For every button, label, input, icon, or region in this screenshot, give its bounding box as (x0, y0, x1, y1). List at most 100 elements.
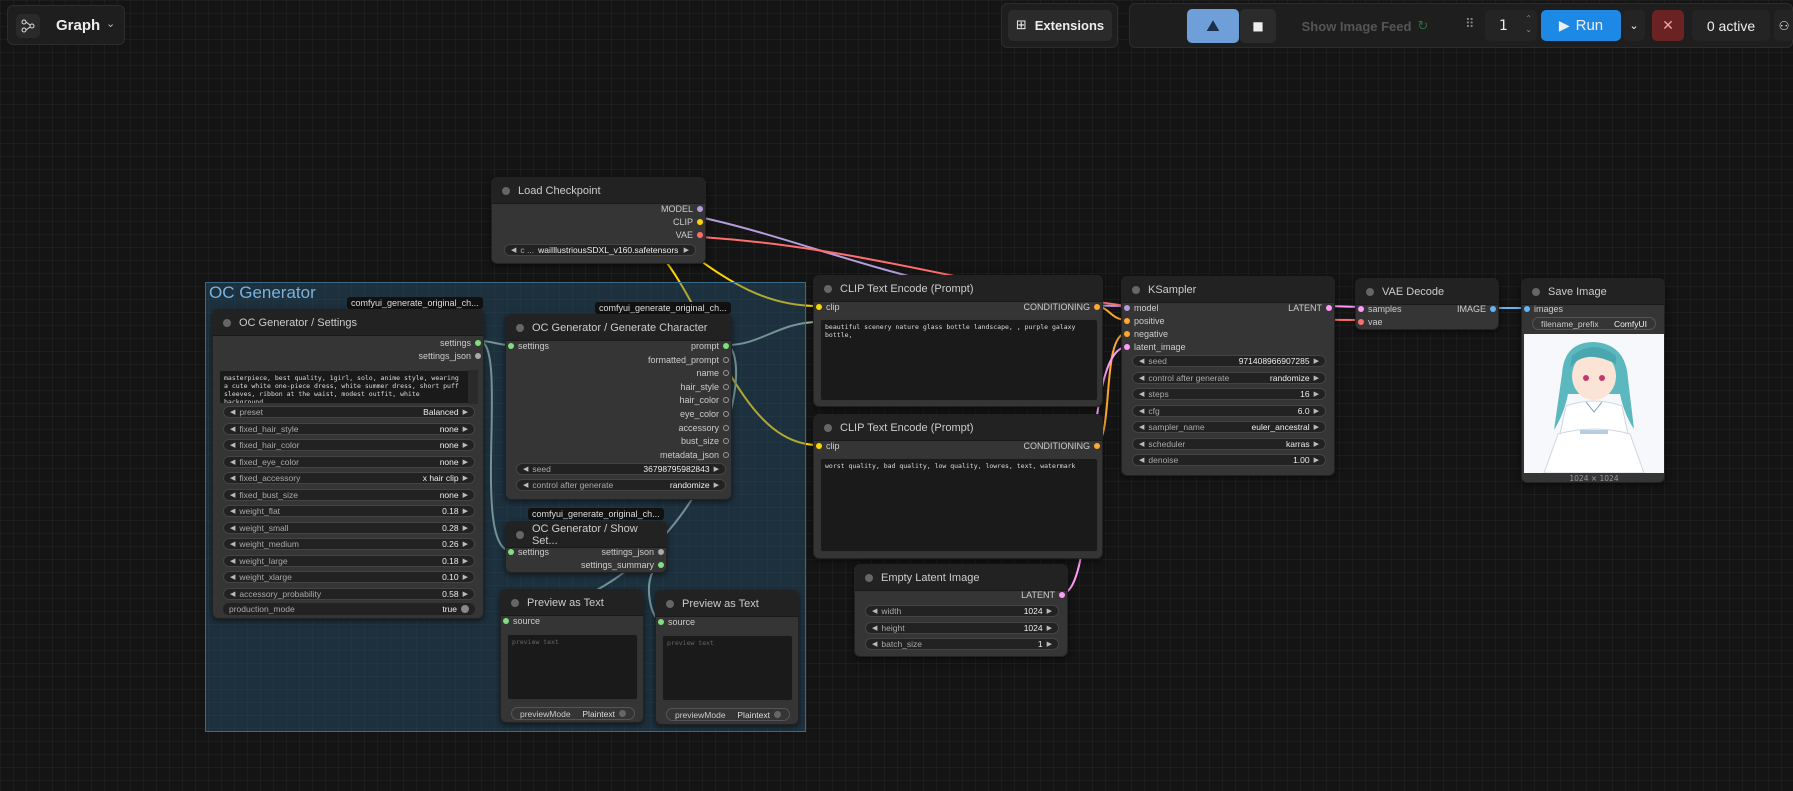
output-model[interactable]: MODEL (661, 203, 705, 215)
widget-steps[interactable]: ◀ steps 16 ▶ (1132, 388, 1326, 400)
output-settings-summary[interactable]: settings_summary (581, 559, 666, 571)
output-image-preview[interactable] (1524, 334, 1664, 473)
show-image-feed-button[interactable]: Show Image Feed ↻ (1290, 14, 1440, 38)
prompt-textarea[interactable]: worst quality, bad quality, low quality,… (820, 458, 1098, 552)
widget-batch-size[interactable]: ◀ batch_size 1 ▶ (865, 638, 1059, 650)
arrow-left-icon[interactable]: ◀ (1139, 440, 1144, 448)
arrow-left-icon[interactable]: ◀ (230, 425, 235, 433)
collapse-dot-icon[interactable] (1366, 287, 1374, 296)
arrow-right-icon[interactable]: ▶ (1047, 640, 1052, 648)
prompt-textarea[interactable]: masterpiece, best quality, 1girl, solo, … (219, 370, 471, 404)
output-formatted-prompt[interactable]: formatted_prompt (648, 354, 731, 366)
arrow-right-icon[interactable]: ▶ (1047, 607, 1052, 615)
arrow-left-icon[interactable]: ◀ (230, 491, 235, 499)
widget-fixed-bust-size[interactable]: ◀ fixed_bust_size none ▶ (223, 488, 475, 501)
arrow-right-icon[interactable]: ▶ (463, 458, 468, 466)
widget-weight-medium[interactable]: ◀ weight_medium 0.26 ▶ (223, 538, 475, 550)
ckpt-name-widget[interactable]: ◀ c ... waiIllustriousSDXL_v160.safetens… (504, 244, 696, 256)
output-name[interactable]: name (696, 367, 731, 379)
arrow-right-icon[interactable]: ▶ (463, 425, 468, 433)
arrow-left-icon[interactable]: ◀ (1139, 423, 1144, 431)
arrow-right-icon[interactable]: ▶ (1047, 624, 1052, 632)
input-model[interactable]: model (1122, 302, 1159, 314)
arrow-left-icon[interactable]: ◀ (523, 481, 528, 489)
output-bust-size[interactable]: bust_size (681, 435, 731, 447)
input-settings[interactable]: settings (506, 546, 549, 558)
arrow-right-icon[interactable]: ▶ (463, 573, 468, 581)
arrow-left-icon[interactable]: ◀ (230, 458, 235, 466)
input-clip[interactable]: clip (814, 301, 840, 313)
preview-mode-selector[interactable]: previewMode Plaintext (666, 708, 790, 721)
arrow-right-icon[interactable]: ▶ (463, 507, 468, 515)
widget-fixed-accessory[interactable]: ◀ fixed_accessory x hair clip ▶ (223, 472, 475, 484)
arrow-left-icon[interactable]: ◀ (872, 624, 877, 632)
arrow-left-icon[interactable]: ◀ (523, 465, 528, 473)
arrow-right-icon[interactable]: ▶ (1314, 407, 1319, 415)
output-conditioning[interactable]: CONDITIONING (1024, 301, 1103, 313)
queue-count-input[interactable]: 1 ⌃ ⌄ (1485, 10, 1537, 41)
clip-text-encode-negative-node[interactable]: CLIP Text Encode (Prompt) clip CONDITION… (813, 414, 1103, 559)
arrow-left-icon[interactable]: ◀ (230, 557, 235, 565)
run-button[interactable]: ▶ Run (1541, 10, 1621, 41)
textarea-scrollbar[interactable] (468, 370, 478, 404)
arrow-left-icon[interactable]: ◀ (1139, 407, 1144, 415)
output-eye-color[interactable]: eye_color (680, 408, 731, 420)
output-conditioning[interactable]: CONDITIONING (1024, 440, 1103, 452)
arrow-right-icon[interactable]: ▶ (1314, 456, 1319, 464)
arrow-left-icon[interactable]: ◀ (230, 524, 235, 532)
active-queue-button[interactable]: 0 active (1692, 10, 1770, 41)
preview-textarea[interactable]: preview text (662, 635, 793, 701)
output-metadata-json[interactable]: metadata_json (660, 449, 731, 461)
widget-fixed-hair-color[interactable]: ◀ fixed_hair_color none ▶ (223, 439, 475, 451)
input-images[interactable]: images (1522, 303, 1563, 315)
arrow-right-icon[interactable]: ▶ (1314, 374, 1319, 382)
oc-show-settings-node[interactable]: OC Generator / Show Set... settings sett… (505, 521, 667, 573)
arrow-right-icon[interactable]: ▶ (1314, 357, 1319, 365)
output-prompt[interactable]: prompt (691, 340, 731, 352)
input-positive[interactable]: positive (1122, 315, 1165, 327)
empty-latent-node[interactable]: Empty Latent Image LATENT ◀ width 1024 ▶ ◀ he… (854, 564, 1068, 657)
mountain-toggle-button[interactable]: ⛰ (1187, 9, 1239, 43)
input-vae[interactable]: vae (1356, 316, 1383, 328)
collapse-dot-icon[interactable] (516, 530, 524, 539)
oc-generate-node[interactable]: OC Generator / Generate Character settin… (505, 314, 732, 500)
widget-height[interactable]: ◀ height 1024 ▶ (865, 621, 1059, 634)
control-after-generate-widget[interactable]: ◀ control after generate randomize ▶ (516, 479, 726, 491)
input-settings[interactable]: settings (506, 340, 549, 352)
widget-preset[interactable]: ◀ preset Balanced ▶ (223, 406, 475, 418)
arrow-right-icon[interactable]: ▶ (463, 540, 468, 548)
preview-text-node-1[interactable]: Preview as Text source preview text prev… (500, 589, 644, 723)
arrow-left-icon[interactable]: ◀ (511, 246, 516, 254)
filename-prefix-widget[interactable]: filename_prefix ComfyUI (1532, 317, 1656, 330)
arrow-left-icon[interactable]: ◀ (230, 573, 235, 581)
arrow-right-icon[interactable]: ▶ (463, 557, 468, 565)
clip-text-encode-positive-node[interactable]: CLIP Text Encode (Prompt) clip CONDITION… (813, 275, 1103, 407)
input-negative[interactable]: negative (1122, 328, 1168, 340)
oc-settings-node[interactable]: OC Generator / Settings settings setting… (212, 309, 484, 619)
arrow-left-icon[interactable]: ◀ (230, 408, 235, 416)
prompt-textarea[interactable]: beautiful scenery nature glass bottle la… (820, 319, 1098, 401)
widget-fixed-eye-color[interactable]: ◀ fixed_eye_color none ▶ (223, 455, 475, 468)
collapse-dot-icon[interactable] (223, 318, 231, 327)
widget-sampler-name[interactable]: ◀ sampler_name euler_ancestral ▶ (1132, 421, 1326, 433)
arrow-right-icon[interactable]: ▶ (714, 465, 719, 473)
collapse-dot-icon[interactable] (824, 423, 832, 432)
arrow-right-icon[interactable]: ▶ (463, 590, 468, 598)
arrow-left-icon[interactable]: ◀ (1139, 357, 1144, 365)
arrow-right-icon[interactable]: ▶ (463, 474, 468, 482)
vae-decode-node[interactable]: VAE Decode samples vae IMAGE (1355, 278, 1499, 330)
output-vae[interactable]: VAE (676, 229, 705, 241)
input-samples[interactable]: samples (1356, 303, 1402, 315)
arrow-right-icon[interactable]: ▶ (1314, 423, 1319, 431)
save-image-node[interactable]: Save Image images filename_prefix ComfyU… (1521, 278, 1665, 483)
widget-width[interactable]: ◀ width 1024 ▶ (865, 605, 1059, 617)
collapse-dot-icon[interactable] (865, 573, 873, 582)
widget-seed[interactable]: ◀ seed 971408966907285 ▶ (1132, 355, 1326, 367)
run-options-button[interactable]: ⌄ (1623, 10, 1645, 41)
output-image[interactable]: IMAGE (1457, 303, 1498, 315)
arrow-right-icon[interactable]: ▶ (463, 408, 468, 416)
arrow-left-icon[interactable]: ◀ (1139, 374, 1144, 382)
preview-mode-selector[interactable]: previewMode Plaintext (511, 707, 635, 720)
widget-weight-flat[interactable]: ◀ weight_flat 0.18 ▶ (223, 505, 475, 517)
graph-menu[interactable]: Graph ⌄ (7, 5, 125, 45)
